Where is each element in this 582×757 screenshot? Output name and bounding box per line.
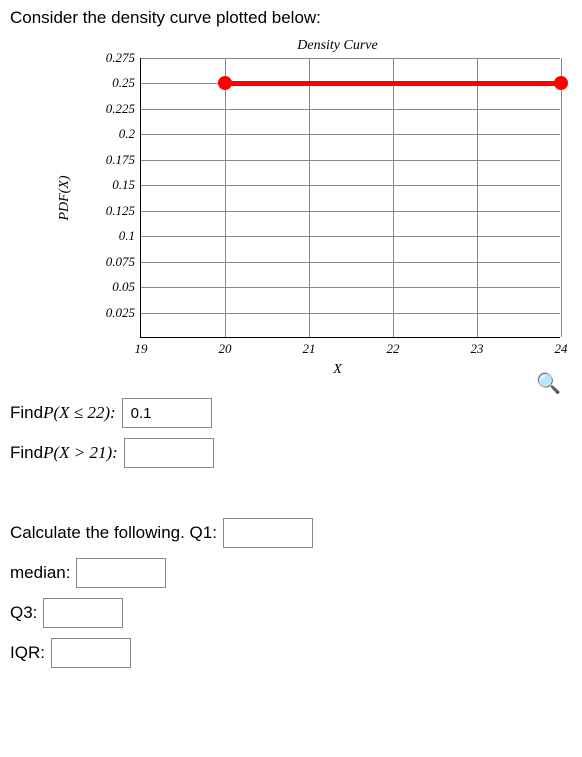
x-axis-label: X bbox=[10, 362, 565, 378]
q-label: Q3: bbox=[10, 603, 37, 623]
answer-iqr[interactable] bbox=[51, 638, 131, 668]
question-p-le-22: Find P(X ≤ 22): bbox=[10, 398, 572, 428]
answer-p-gt-21[interactable] bbox=[124, 438, 214, 468]
x-tick: 21 bbox=[303, 337, 316, 357]
y-tick: 0.2 bbox=[119, 126, 141, 142]
density-line bbox=[225, 81, 561, 86]
gridline-h bbox=[141, 262, 560, 263]
q-math: P(X > 21): bbox=[43, 443, 118, 463]
y-tick: 0.175 bbox=[106, 152, 141, 168]
gridline-h bbox=[141, 109, 560, 110]
y-tick: 0.25 bbox=[112, 75, 141, 91]
gridline-v bbox=[393, 58, 394, 337]
answer-q1[interactable] bbox=[223, 518, 313, 548]
y-tick: 0.05 bbox=[112, 279, 141, 295]
density-endpoint bbox=[554, 76, 568, 90]
gridline-v bbox=[477, 58, 478, 337]
gridline-h bbox=[141, 58, 560, 59]
gridline-h bbox=[141, 313, 560, 314]
y-tick: 0.025 bbox=[106, 305, 141, 321]
y-tick: 0.125 bbox=[106, 203, 141, 219]
q-label: IQR: bbox=[10, 643, 45, 663]
chart-title: Density Curve bbox=[10, 38, 565, 54]
gridline-h bbox=[141, 185, 560, 186]
q-label: Find bbox=[10, 443, 43, 463]
gridline-v bbox=[309, 58, 310, 337]
gridline-h bbox=[141, 134, 560, 135]
question-p-gt-21: Find P(X > 21): bbox=[10, 438, 572, 468]
answer-q3[interactable] bbox=[43, 598, 123, 628]
y-tick: 0.1 bbox=[119, 228, 141, 244]
answer-p-le-22[interactable] bbox=[122, 398, 212, 428]
gridline-h bbox=[141, 287, 560, 288]
x-tick: 19 bbox=[135, 337, 148, 357]
magnify-icon[interactable]: 🔍 bbox=[536, 371, 561, 396]
q-label: Calculate the following. Q1: bbox=[10, 523, 217, 543]
x-tick: 23 bbox=[471, 337, 484, 357]
answer-median[interactable] bbox=[76, 558, 166, 588]
prompt-text: Consider the density curve plotted below… bbox=[10, 8, 572, 28]
y-tick: 0.225 bbox=[106, 101, 141, 117]
q-label: median: bbox=[10, 563, 70, 583]
gridline-v bbox=[561, 58, 562, 337]
gridline-v bbox=[225, 58, 226, 337]
density-chart: Density Curve PDF(X) 1920212223240.0250.… bbox=[10, 38, 565, 378]
gridline-h bbox=[141, 160, 560, 161]
question-q1: Calculate the following. Q1: bbox=[10, 518, 572, 548]
q-label: Find bbox=[10, 403, 43, 423]
x-tick: 22 bbox=[387, 337, 400, 357]
question-q3: Q3: bbox=[10, 598, 572, 628]
question-iqr: IQR: bbox=[10, 638, 572, 668]
y-tick: 0.15 bbox=[112, 177, 141, 193]
q-math: P(X ≤ 22): bbox=[43, 403, 116, 423]
y-axis-label: PDF(X) bbox=[57, 175, 73, 220]
y-tick: 0.275 bbox=[106, 50, 141, 66]
gridline-h bbox=[141, 211, 560, 212]
question-median: median: bbox=[10, 558, 572, 588]
y-tick: 0.075 bbox=[106, 254, 141, 270]
density-endpoint bbox=[218, 76, 232, 90]
x-tick: 24 bbox=[555, 337, 568, 357]
plot-area: 1920212223240.0250.050.0750.10.1250.150.… bbox=[140, 58, 560, 338]
gridline-h bbox=[141, 236, 560, 237]
x-tick: 20 bbox=[219, 337, 232, 357]
